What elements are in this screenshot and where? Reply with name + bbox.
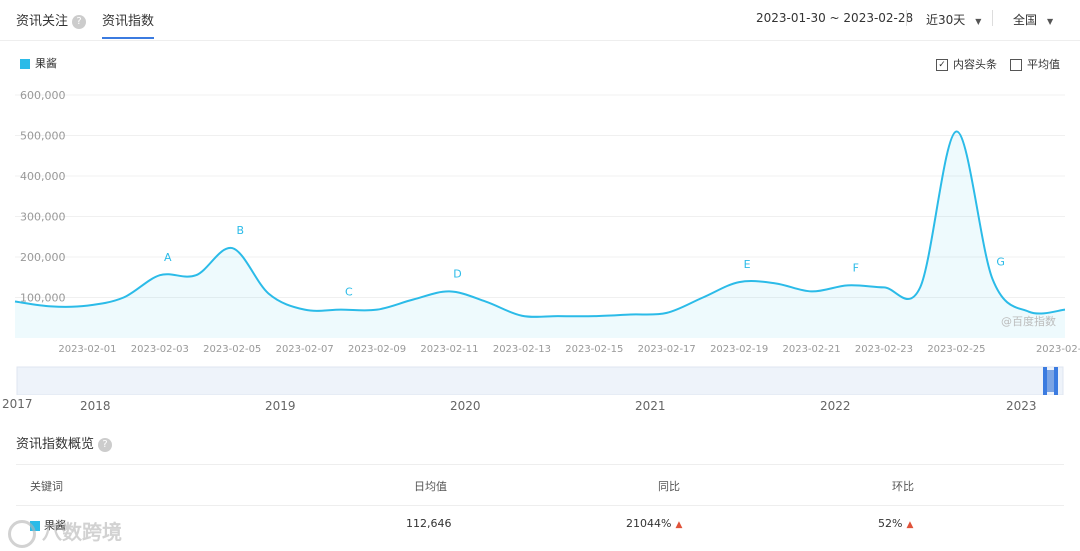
tab-news-attention-label: 资讯关注 — [16, 14, 69, 29]
table-row: 果酱 112,646 21044% ▲ 52% ▲ — [16, 505, 1064, 545]
checkbox-checked-icon[interactable]: ✓ — [936, 59, 948, 71]
x-tick-label: 2023-02-11 — [420, 344, 478, 355]
tab-news-attention[interactable]: 资讯关注? — [16, 10, 87, 29]
annotation-label: D — [453, 267, 461, 280]
header-daily-avg: 日均值 — [414, 480, 447, 493]
tab-news-index[interactable]: 资讯指数 — [102, 10, 155, 39]
x-tick-label: 2023-02-01 — [58, 344, 116, 355]
timeline-slider — [16, 366, 1064, 395]
y-tick-label: 200,000 — [20, 251, 66, 264]
checkbox-content-top[interactable]: ✓ 内容头条 — [936, 56, 997, 72]
timeline-handle-left — [1043, 367, 1047, 395]
region-value: 全国 — [1013, 13, 1038, 27]
watermark-icon — [8, 519, 36, 548]
x-tick-label: 2023-02-09 — [348, 344, 406, 355]
chart-legend[interactable]: 果酱 — [20, 55, 57, 71]
chevron-down-icon: ▼ — [975, 17, 982, 26]
annotation-label: B — [236, 224, 244, 237]
news-index-chart: 100,000200,000300,000400,000500,000600,0… — [14, 89, 1080, 395]
x-tick-label: 2023-02-19 — [710, 344, 768, 355]
annotation-label: E — [744, 258, 751, 271]
timeline-year-label: 2019 — [265, 399, 296, 413]
arrow-up-icon: ▲ — [906, 520, 914, 530]
timeline-year-label: 2020 — [450, 399, 481, 413]
date-range[interactable]: 2023-01-30 ~ 2023-02-28 — [756, 11, 913, 25]
checkbox-average[interactable]: 平均值 — [1010, 56, 1060, 72]
timeline-window — [1047, 370, 1054, 392]
arrow-up-icon: ▲ — [675, 520, 683, 530]
timeline-year-label: 2022 — [820, 399, 851, 413]
period-value: 近30天 — [926, 13, 966, 27]
tab-news-index-label: 资讯指数 — [102, 14, 155, 29]
legend-label: 果酱 — [35, 57, 57, 70]
help-icon[interactable]: ? — [98, 437, 113, 452]
annotation-label: G — [996, 255, 1005, 268]
x-tick-label: 2023-02-05 — [203, 344, 261, 355]
x-tick-label: 2023-02-13 — [493, 344, 551, 355]
x-tick-label: 2023-02-15 — [565, 344, 623, 355]
top-tab-bar: 资讯关注? 资讯指数 2023-01-30 ~ 2023-02-28 近30天 ▼… — [0, 0, 1080, 41]
x-tick-label: 2023-02-07 — [276, 344, 334, 355]
chevron-down-icon: ▼ — [1047, 17, 1054, 26]
series-area — [15, 131, 1065, 338]
annotation-label: C — [345, 286, 353, 299]
period-select[interactable]: 近30天 ▼ — [926, 11, 981, 28]
timeline-year-label: 2018 — [80, 399, 111, 413]
checkbox-unchecked-icon[interactable] — [1010, 59, 1022, 71]
watermark-text: 八数跨境 — [42, 520, 122, 544]
chart-watermark: @百度指数 — [1001, 314, 1056, 328]
header-mom: 环比 — [892, 480, 914, 493]
row-mom: 52% ▲ — [878, 517, 913, 530]
x-tick-label: 2023-02-21 — [782, 344, 840, 355]
header-keyword: 关键词 — [30, 480, 63, 493]
overview-title: 资讯指数概览? — [16, 433, 113, 452]
row-daily-avg: 112,646 — [406, 517, 452, 530]
region-select[interactable]: 全国 ▼ — [1013, 11, 1053, 28]
timeline-handle-right — [1054, 367, 1058, 395]
x-tick-label: 2023-02-17 — [638, 344, 696, 355]
row-yoy: 21044% ▲ — [626, 517, 682, 530]
timeline-year-label: 2023 — [1006, 399, 1037, 413]
timeline-year-label: 2021 — [635, 399, 666, 413]
annotation-label: F — [853, 261, 859, 274]
y-tick-label: 500,000 — [20, 130, 66, 143]
divider — [906, 10, 907, 26]
y-tick-label: 300,000 — [20, 211, 66, 224]
header-yoy: 同比 — [658, 480, 680, 493]
checkbox-average-label: 平均值 — [1027, 58, 1060, 71]
y-tick-label: 400,000 — [20, 170, 66, 183]
x-tick-label: 2023-02-28 — [1036, 344, 1080, 355]
annotation-label: A — [164, 251, 172, 264]
timeline-year-label: 2017 — [2, 397, 33, 411]
x-tick-label: 2023-02-23 — [855, 344, 913, 355]
y-tick-label: 600,000 — [20, 89, 66, 102]
x-tick-label: 2023-02-25 — [927, 344, 985, 355]
row-yoy-value: 21044% — [626, 517, 672, 530]
divider — [992, 10, 993, 26]
checkbox-content-top-label: 内容头条 — [953, 58, 997, 71]
overview-table-header: 关键词 日均值 同比 环比 — [16, 464, 1064, 506]
row-mom-value: 52% — [878, 517, 903, 530]
x-tick-label: 2023-02-03 — [131, 344, 189, 355]
help-icon[interactable]: ? — [72, 14, 87, 29]
overview-title-text: 资讯指数概览 — [16, 437, 95, 452]
legend-swatch — [20, 59, 30, 69]
watermark-logo: 八数跨境 — [8, 516, 122, 548]
